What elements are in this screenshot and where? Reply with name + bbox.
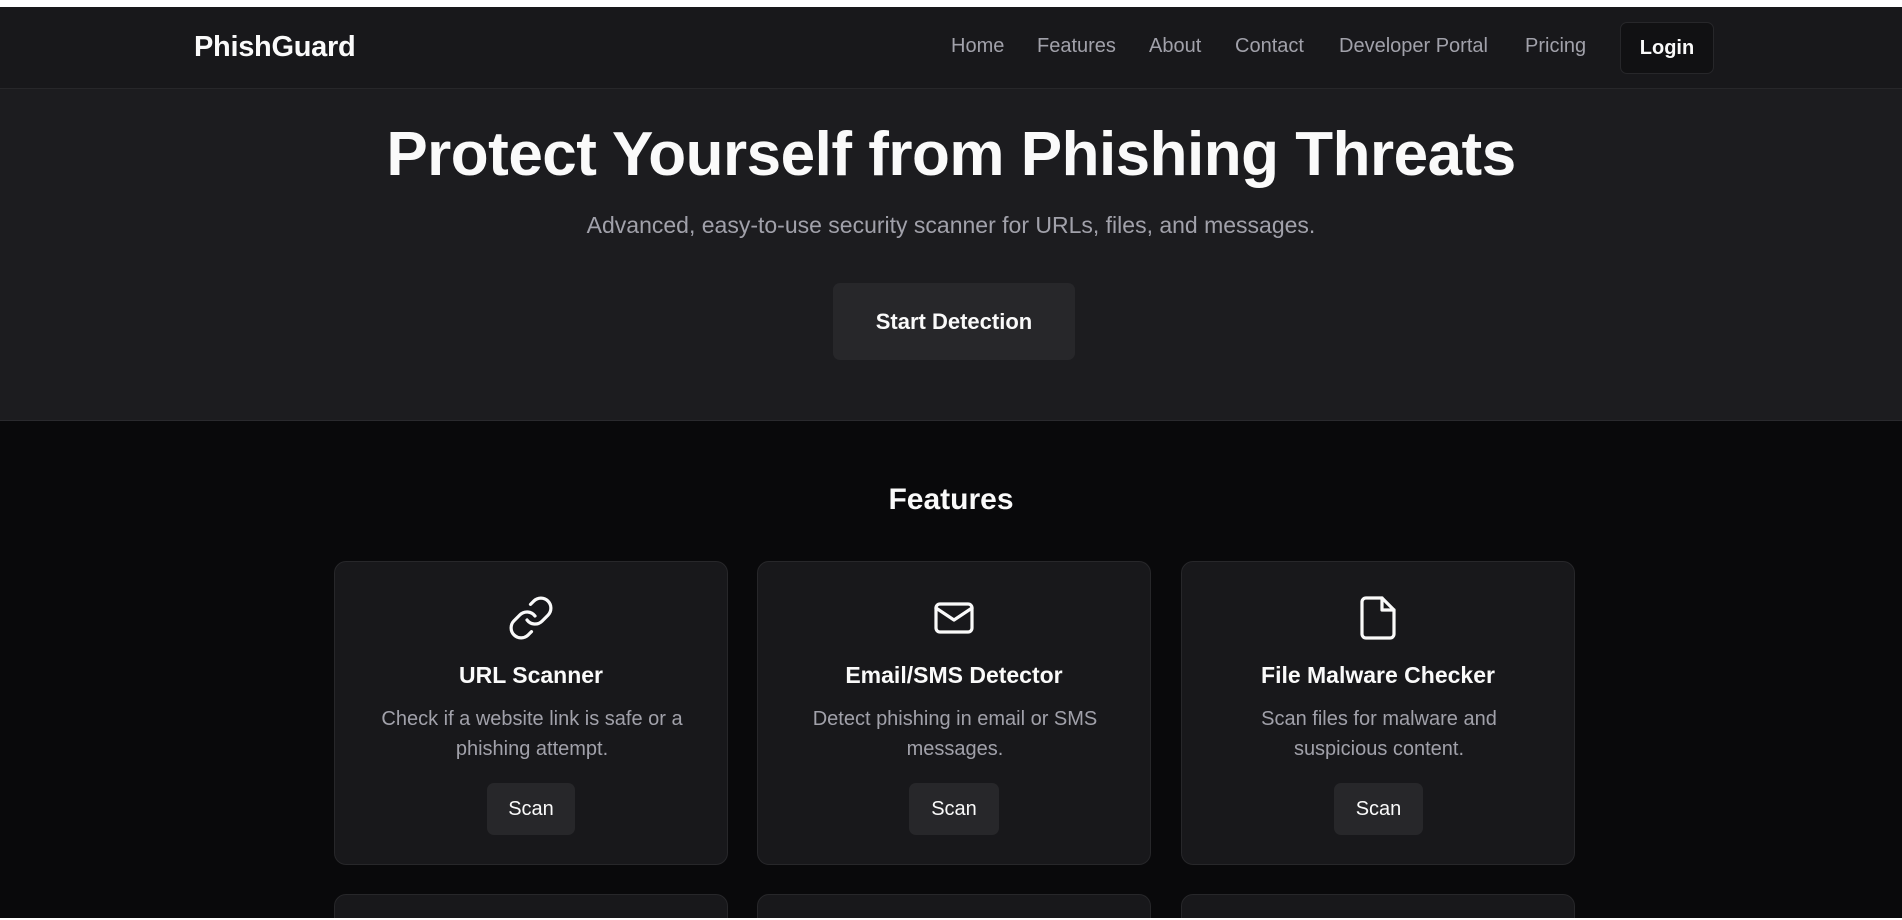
start-detection-button[interactable]: Start Detection — [833, 283, 1075, 360]
card-title: Email/SMS Detector — [845, 662, 1063, 688]
feature-card-url-scanner: URL Scanner Check if a website link is s… — [334, 561, 728, 865]
feature-card-partial — [757, 894, 1151, 918]
nav-links: Home Features About Contact Developer Po… — [0, 35, 1902, 65]
card-title: File Malware Checker — [1261, 662, 1495, 688]
features-heading: Features — [888, 483, 1014, 516]
nav-link-contact[interactable]: Contact — [1235, 35, 1304, 58]
feature-card-email-sms-detector: Email/SMS Detector Detect phishing in em… — [757, 561, 1151, 865]
card-description: Scan files for malware and suspicious co… — [1261, 708, 1497, 760]
nav-link-about[interactable]: About — [1149, 35, 1201, 58]
nav-link-pricing[interactable]: Pricing — [1525, 35, 1586, 58]
file-icon — [1182, 594, 1574, 642]
card-description: Detect phishing in email or SMS messages… — [812, 708, 1098, 760]
hero-section: Protect Yourself from Phishing Threats A… — [0, 89, 1902, 421]
mail-icon — [758, 594, 1150, 642]
page: PhishGuard Home Features About Contact D… — [0, 7, 1902, 918]
nav-link-features[interactable]: Features — [1037, 35, 1116, 58]
feature-card-partial — [1181, 894, 1575, 918]
nav-link-home[interactable]: Home — [951, 35, 1004, 58]
feature-card-partial — [334, 894, 728, 918]
hero-title: Protect Yourself from Phishing Threats — [386, 120, 1516, 189]
scan-message-button[interactable]: Scan — [909, 783, 999, 835]
feature-card-file-malware-checker: File Malware Checker Scan files for malw… — [1181, 561, 1575, 865]
navbar: PhishGuard Home Features About Contact D… — [0, 7, 1902, 89]
link-icon — [335, 594, 727, 642]
scan-url-button[interactable]: Scan — [487, 783, 575, 835]
scan-file-button[interactable]: Scan — [1334, 783, 1423, 835]
hero-subtitle: Advanced, easy-to-use security scanner f… — [586, 212, 1316, 238]
nav-link-developer-portal[interactable]: Developer Portal — [1339, 35, 1488, 58]
card-description: Check if a website link is safe or a phi… — [381, 708, 683, 760]
card-title: URL Scanner — [458, 662, 603, 688]
login-button[interactable]: Login — [1620, 22, 1714, 74]
